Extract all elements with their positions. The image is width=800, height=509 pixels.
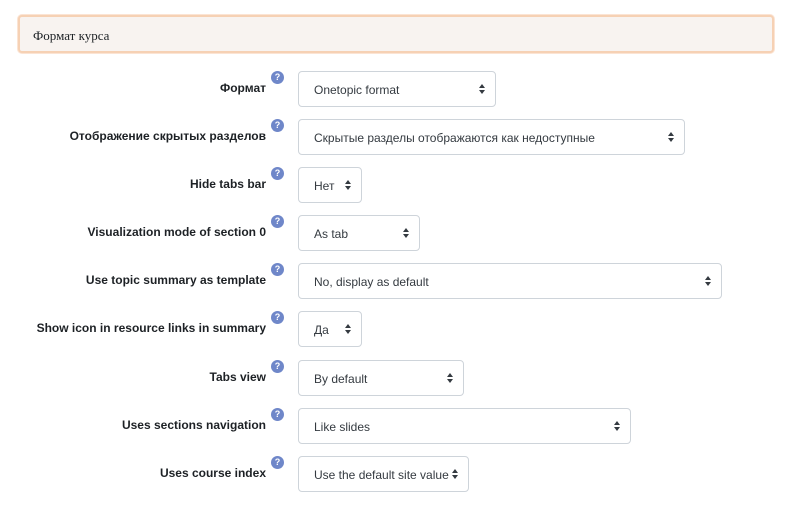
field-row-topic-summary-template: Use topic summary as template ? No, disp… [0,263,800,299]
sections-navigation-select[interactable]: Like slides [298,408,631,444]
field-label-sections-navigation: Uses sections navigation [121,418,266,432]
section-title: Формат курса [33,28,110,43]
field-label-visualization-mode: Visualization mode of section 0 [87,225,266,239]
select-arrows-icon [704,275,712,287]
show-icon-resource-links-select[interactable]: Да [298,311,362,347]
help-icon[interactable]: ? [271,263,284,276]
topic-summary-template-select-value: No, display as default [314,275,429,289]
format-select[interactable]: Onetopic format [298,71,496,107]
help-icon[interactable]: ? [271,360,284,373]
field-label-show-icon-resource-links: Show icon in resource links in summary [36,321,266,335]
select-arrows-icon [478,83,486,95]
help-icon[interactable]: ? [271,408,284,421]
field-row-sections-navigation: Uses sections navigation ? Like slides [0,408,800,444]
field-row-hidden-sections: Отображение скрытых разделов ? Скрытые р… [0,119,800,155]
help-icon[interactable]: ? [271,456,284,469]
select-arrows-icon [667,131,675,143]
help-icon[interactable]: ? [271,119,284,132]
field-row-hide-tabs-bar: Hide tabs bar ? Нет [0,167,800,203]
field-label-course-index: Uses course index [159,466,266,480]
course-index-select[interactable]: Use the default site value [298,456,469,492]
select-arrows-icon [446,372,454,384]
format-select-value: Onetopic format [314,83,400,97]
tabs-view-select-value: By default [314,372,368,386]
help-icon[interactable]: ? [271,71,284,84]
visualization-mode-select-value: As tab [314,227,349,241]
field-label-format: Формат [219,81,266,95]
select-arrows-icon [402,227,410,239]
field-row-format: Формат ? Onetopic format [0,71,800,107]
course-format-settings: Формат курса Формат ? Onetopic format От… [0,0,800,509]
hide-tabs-bar-select[interactable]: Нет [298,167,362,203]
topic-summary-template-select[interactable]: No, display as default [298,263,722,299]
hide-tabs-bar-select-value: Нет [314,179,335,193]
visualization-mode-select[interactable]: As tab [298,215,420,251]
help-icon[interactable]: ? [271,215,284,228]
select-arrows-icon [344,179,352,191]
field-row-visualization-mode: Visualization mode of section 0 ? As tab [0,215,800,251]
section-header-course-format[interactable]: Формат курса [18,15,774,53]
hidden-sections-select[interactable]: Скрытые разделы отображаются как недосту… [298,119,685,155]
help-icon[interactable]: ? [271,311,284,324]
hidden-sections-select-value: Скрытые разделы отображаются как недосту… [314,131,595,145]
field-label-hidden-sections: Отображение скрытых разделов [69,129,266,143]
show-icon-resource-links-select-value: Да [314,323,329,337]
field-row-course-index: Uses course index ? Use the default site… [0,456,800,492]
field-row-show-icon-resource-links: Show icon in resource links in summary ?… [0,311,800,347]
select-arrows-icon [613,420,621,432]
field-label-hide-tabs-bar: Hide tabs bar [189,177,266,191]
select-arrows-icon [451,468,459,480]
select-arrows-icon [344,323,352,335]
sections-navigation-select-value: Like slides [314,420,371,434]
field-row-tabs-view: Tabs view ? By default [0,360,800,396]
course-index-select-value: Use the default site value [314,468,449,482]
help-icon[interactable]: ? [271,167,284,180]
field-label-topic-summary-template: Use topic summary as template [85,273,266,287]
tabs-view-select[interactable]: By default [298,360,464,396]
field-label-tabs-view: Tabs view [209,370,266,384]
